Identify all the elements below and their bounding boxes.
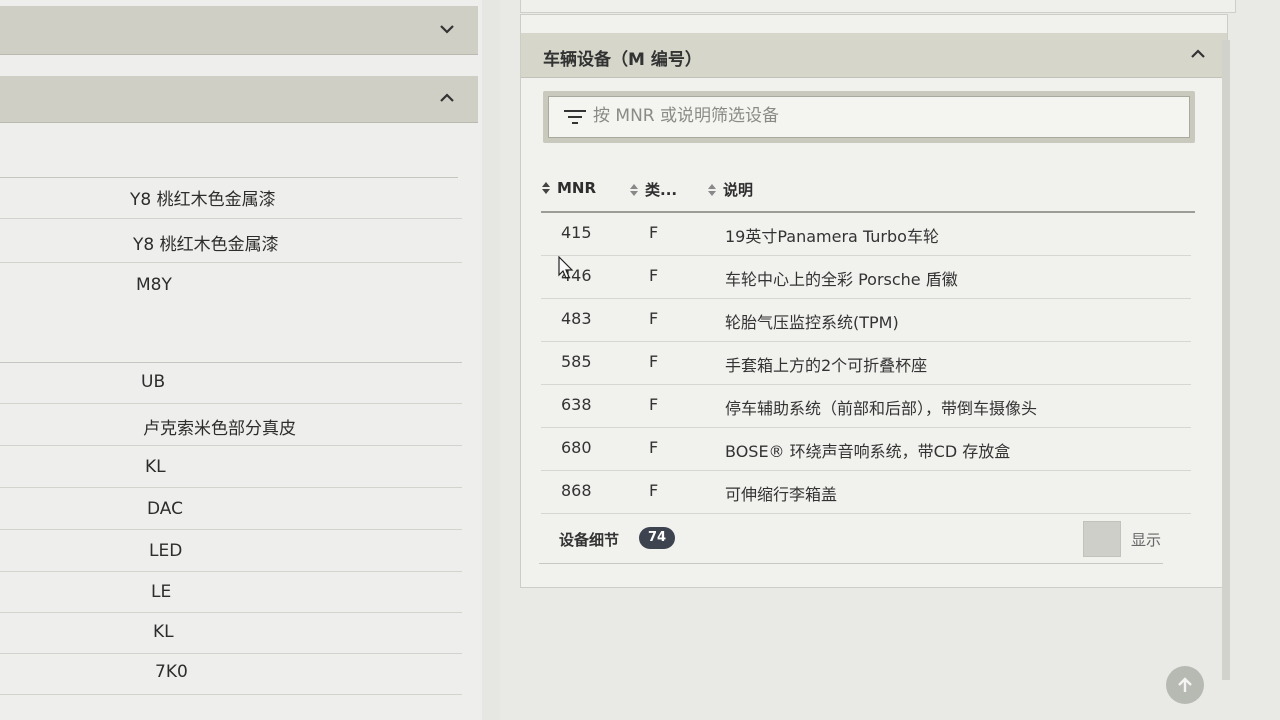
list-item: 7K0 [0, 654, 462, 695]
chevron-up-icon[interactable] [440, 93, 454, 105]
column-header-mnr[interactable]: MNR [541, 179, 596, 197]
expanded-section-header[interactable] [0, 76, 478, 123]
cell-mnr: 483 [561, 309, 592, 328]
column-header-label: 说明 [723, 181, 754, 199]
cell-type: F [649, 438, 659, 457]
cell-type: F [649, 266, 659, 285]
cell-type: F [649, 223, 659, 242]
panel-title: 车辆设备（M 编号） [543, 50, 702, 70]
right-column: 车辆设备（M 编号） MNR [500, 0, 1280, 720]
list-item: UB [0, 363, 462, 404]
cell-description: 停车辅助系统（前部和后部），带倒车摄像头 [725, 399, 1038, 418]
cell-type: F [649, 395, 659, 414]
collapsed-section-header[interactable] [0, 6, 478, 55]
list-item: 卢克索米色部分真皮 [0, 405, 462, 446]
list-item-value: LE [151, 582, 172, 602]
arrow-up-icon [1178, 677, 1192, 692]
equipment-panel-header[interactable]: 车辆设备（M 编号） [521, 33, 1227, 78]
list-item-value: Y8 桃红木色金属漆 [130, 190, 276, 210]
sort-arrows-icon[interactable] [541, 181, 551, 195]
list-item-value: UB [141, 372, 166, 392]
cell-description: 可伸缩行李箱盖 [725, 485, 838, 504]
show-label[interactable]: 显示 [1131, 529, 1161, 550]
mouse-cursor-icon [558, 256, 574, 279]
cell-type: F [649, 309, 659, 328]
cell-description: 车轮中心上的全彩 Porsche 盾徽 [725, 270, 958, 289]
left-column: Y8 桃红木色金属漆 Y8 桃红木色金属漆 M8Y UB 卢克索米色部分真皮 K… [0, 0, 482, 720]
cell-description: BOSE® 环绕声音响系统，带CD 存放盒 [725, 442, 1011, 461]
list-item-value: Y8 桃红木色金属漆 [133, 235, 279, 255]
cell-description: 19英寸Panamera Turbo车轮 [725, 227, 939, 246]
filter-field-frame [543, 91, 1195, 143]
chevron-up-icon[interactable] [1191, 49, 1205, 61]
previous-panel-edge [520, 0, 1236, 13]
list-item: LE [0, 572, 462, 613]
scrollbar[interactable] [1222, 40, 1230, 680]
footer-divider [539, 563, 1163, 564]
table-row[interactable]: 585 F 手套箱上方的2个可折叠杯座 [541, 342, 1191, 385]
list-item-value: 卢克索米色部分真皮 [143, 419, 296, 439]
filter-box[interactable] [548, 96, 1190, 138]
table-row[interactable]: 868 F 可伸缩行李箱盖 [541, 471, 1191, 514]
cell-type: F [649, 352, 659, 371]
cell-description: 手套箱上方的2个可折叠杯座 [725, 356, 928, 375]
cell-mnr: 638 [561, 395, 592, 414]
table-row[interactable]: 638 F 停车辅助系统（前部和后部），带倒车摄像头 [541, 385, 1191, 428]
equipment-panel: 车辆设备（M 编号） MNR [520, 14, 1228, 588]
table-row[interactable]: 483 F 轮胎气压监控系统(TPM) [541, 299, 1191, 342]
sort-arrows-icon[interactable] [707, 183, 717, 197]
table-row[interactable]: 446 F 车轮中心上的全彩 Porsche 盾徽 [541, 256, 1191, 299]
list-item-value: M8Y [136, 275, 172, 295]
table-row[interactable]: 680 F BOSE® 环绕声音响系统，带CD 存放盒 [541, 428, 1191, 471]
table-row[interactable]: 415 F 19英寸Panamera Turbo车轮 [541, 213, 1191, 256]
list-item-value: 7K0 [155, 662, 188, 682]
list-item: DAC [0, 489, 462, 530]
chevron-down-icon[interactable] [440, 24, 454, 36]
sort-arrows-icon[interactable] [629, 183, 639, 197]
list-item-value: KL [145, 457, 166, 477]
scroll-to-top-button[interactable] [1166, 666, 1204, 704]
cell-mnr: 680 [561, 438, 592, 457]
column-header-description[interactable]: 说明 [707, 179, 753, 200]
list-item: Y8 桃红木色金属漆 [0, 222, 462, 263]
list-item: LED [0, 531, 462, 572]
cell-type: F [649, 481, 659, 500]
filter-input[interactable] [593, 101, 1173, 131]
cell-mnr: 868 [561, 481, 592, 500]
column-header-type[interactable]: 类... [629, 179, 677, 200]
show-toggle[interactable] [1083, 521, 1121, 557]
list-item: KL [0, 447, 462, 488]
list-item: KL [0, 613, 462, 654]
filter-lines-icon [563, 108, 587, 126]
list-item-value: DAC [147, 499, 183, 519]
list-item: M8Y [0, 266, 462, 306]
list-item-value: KL [153, 622, 174, 642]
count-badge: 74 [639, 527, 675, 549]
list-item: Y8 桃红木色金属漆 [0, 178, 462, 219]
cell-description: 轮胎气压监控系统(TPM) [725, 313, 899, 332]
equipment-details-label: 设备细节 [559, 531, 620, 549]
column-header-label: 类... [645, 181, 678, 199]
column-header-label: MNR [557, 179, 597, 197]
cell-mnr: 415 [561, 223, 592, 242]
list-item-value: LED [149, 541, 183, 561]
cell-mnr: 585 [561, 352, 592, 371]
